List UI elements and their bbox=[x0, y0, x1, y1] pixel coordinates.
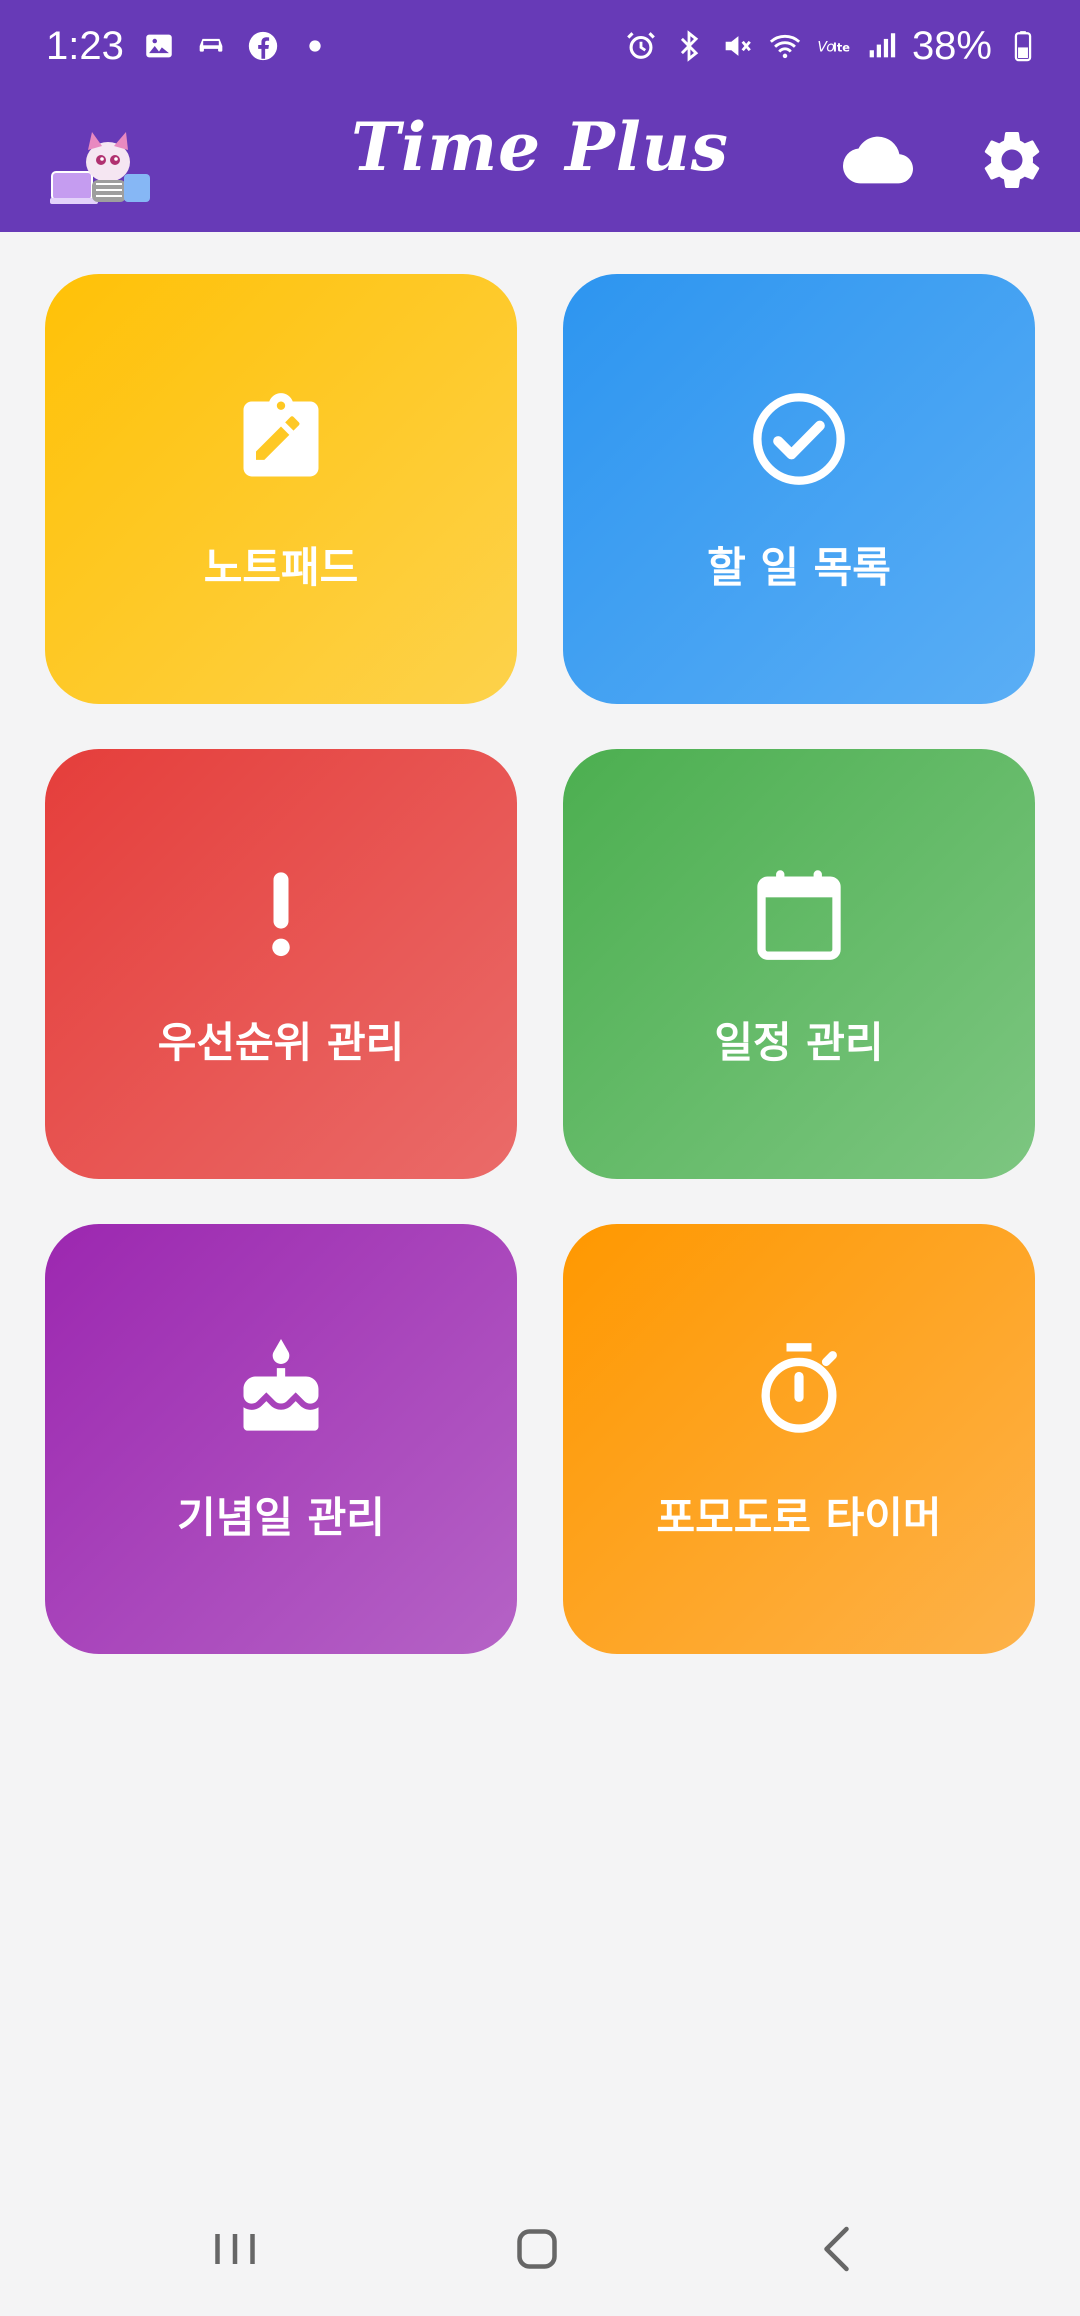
home-icon bbox=[507, 2219, 567, 2283]
bluetooth-icon bbox=[672, 29, 706, 63]
cloud-button[interactable] bbox=[840, 124, 916, 200]
alarm-icon bbox=[624, 29, 658, 63]
tile-anniversary[interactable]: 기념일 관리 bbox=[45, 1224, 517, 1654]
tile-label: 노트패드 bbox=[203, 543, 359, 592]
tile-label: 포모도로 타이머 bbox=[656, 1493, 942, 1542]
check-circle-icon bbox=[563, 384, 1035, 494]
stopwatch-icon bbox=[563, 1334, 1035, 1444]
gallery-icon bbox=[142, 29, 176, 63]
tile-schedule[interactable]: 일정 관리 bbox=[563, 749, 1035, 1179]
cake-icon bbox=[45, 1334, 517, 1444]
wifi-icon bbox=[768, 29, 802, 63]
tile-todo-list[interactable]: 할 일 목록 bbox=[563, 274, 1035, 704]
settings-button[interactable] bbox=[974, 124, 1050, 200]
tile-label: 기념일 관리 bbox=[177, 1493, 385, 1542]
settings-icon bbox=[977, 125, 1047, 199]
status-bar-right: Vo lte 38% bbox=[624, 16, 1040, 76]
status-bar-left: 1:23 bbox=[46, 16, 332, 76]
app-bar: Time Plus bbox=[0, 90, 1080, 232]
tile-label: 우선순위 관리 bbox=[157, 1018, 405, 1067]
car-icon bbox=[194, 29, 228, 63]
svg-text:lte: lte bbox=[833, 41, 850, 55]
tile-priority[interactable]: 우선순위 관리 bbox=[45, 749, 517, 1179]
status-time: 1:23 bbox=[46, 23, 124, 68]
tile-pomodoro-timer[interactable]: 포모도로 타이머 bbox=[563, 1224, 1035, 1654]
recents-icon bbox=[205, 2219, 265, 2283]
tile-label: 일정 관리 bbox=[714, 1018, 884, 1067]
clipboard-edit-icon bbox=[45, 384, 517, 494]
status-bar: 1:23 Vo lte 38% bbox=[0, 0, 1080, 90]
recents-button[interactable] bbox=[190, 2216, 280, 2286]
mute-icon bbox=[720, 29, 754, 63]
cloud-icon bbox=[843, 125, 913, 199]
tile-label: 할 일 목록 bbox=[707, 543, 891, 592]
calendar-icon bbox=[563, 859, 1035, 969]
dot-icon bbox=[298, 29, 332, 63]
volte-icon: Vo lte bbox=[816, 29, 850, 63]
exclamation-icon bbox=[45, 859, 517, 969]
app-title: Time Plus bbox=[351, 108, 729, 186]
battery-icon bbox=[1006, 29, 1040, 63]
facebook-icon bbox=[246, 29, 280, 63]
signal-icon bbox=[864, 29, 898, 63]
tile-notepad[interactable]: 노트패드 bbox=[45, 274, 517, 704]
home-button[interactable] bbox=[492, 2216, 582, 2286]
system-navigation-bar bbox=[0, 2186, 1080, 2316]
back-button[interactable] bbox=[794, 2216, 884, 2286]
back-icon bbox=[809, 2219, 869, 2283]
battery-percent: 38% bbox=[911, 23, 992, 68]
